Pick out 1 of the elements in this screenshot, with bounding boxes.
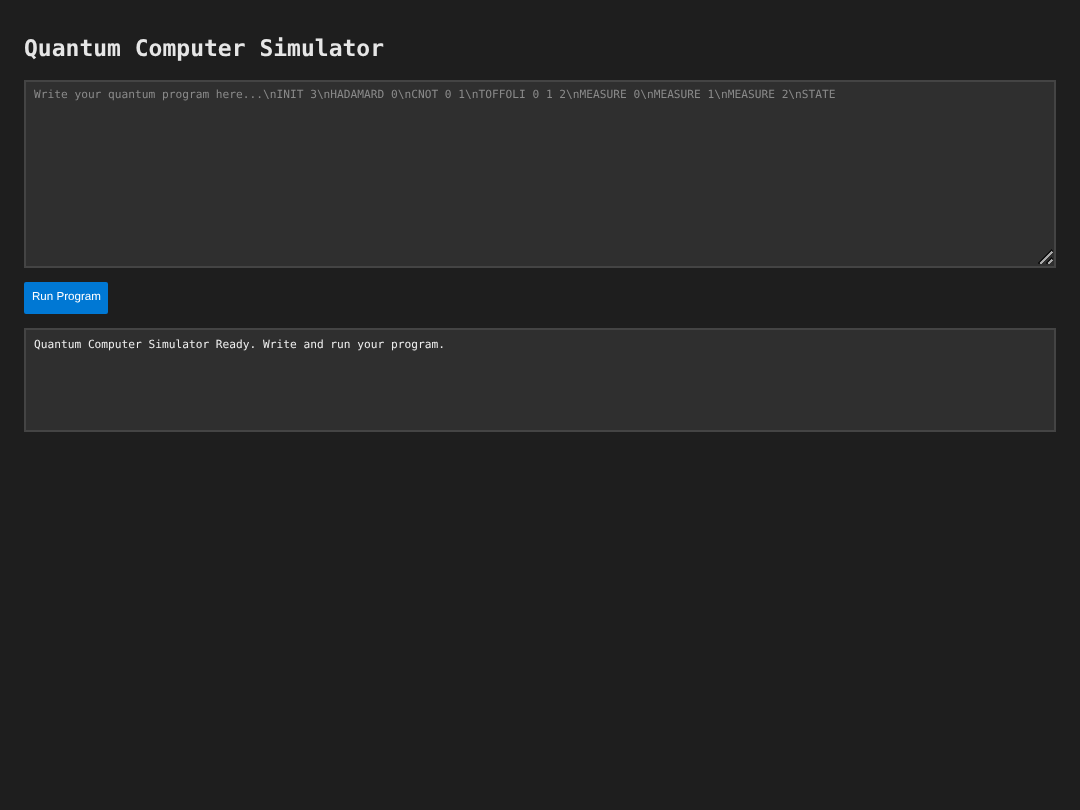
page-title: Quantum Computer Simulator (24, 36, 387, 64)
